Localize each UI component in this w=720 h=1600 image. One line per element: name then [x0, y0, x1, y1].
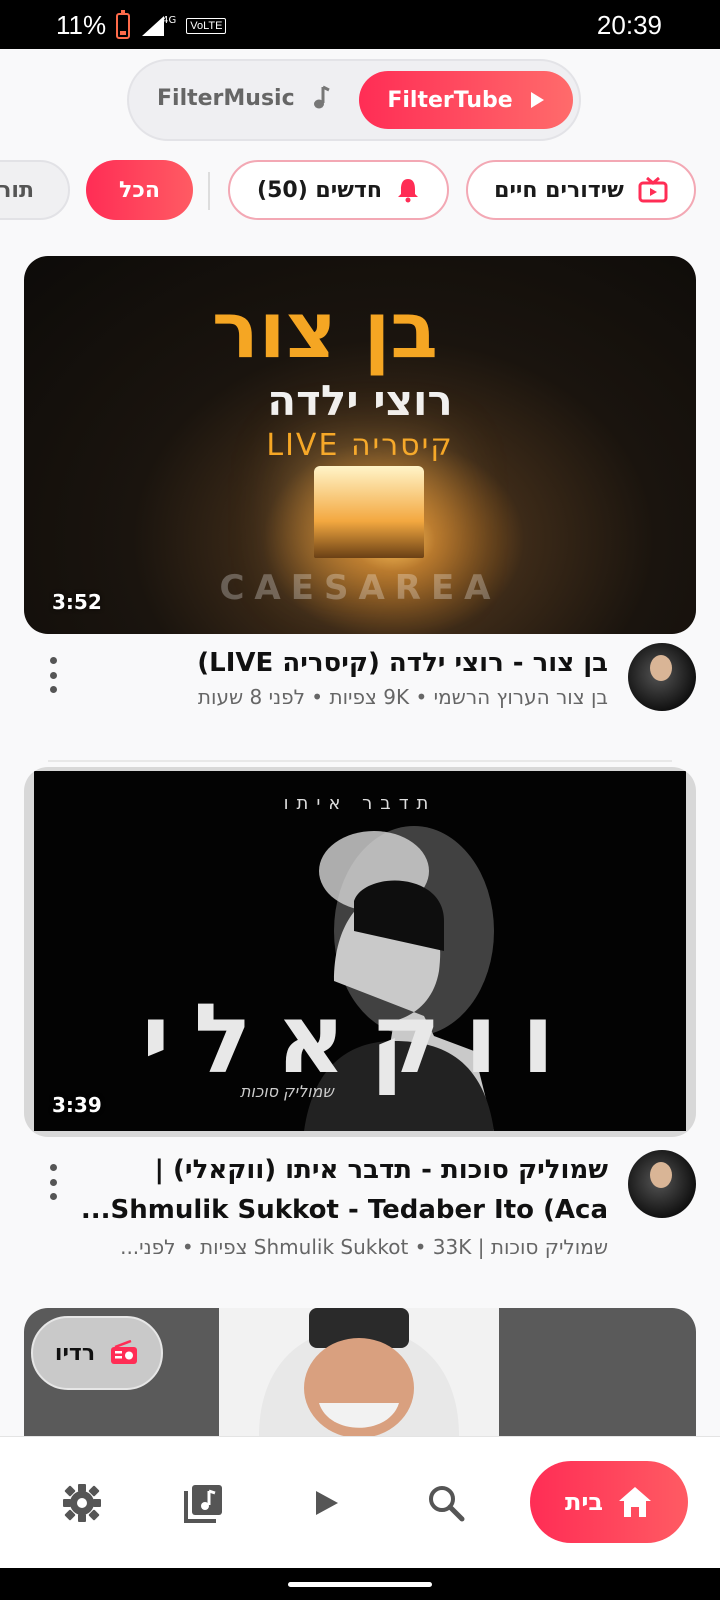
video-subtitle: בן צור הערוץ הרשמי • 9K צפיות • לפני 8 ש… [197, 685, 608, 709]
channel-avatar[interactable] [628, 643, 696, 711]
thumb-title-big: ווקאלי [141, 983, 579, 1095]
gesture-handle[interactable] [288, 1582, 432, 1587]
chip-divider [208, 172, 210, 210]
rabbi-figure [259, 1308, 459, 1436]
radio-label: רדיו [54, 1340, 96, 1366]
bottom-navigation: בית [0, 1436, 720, 1568]
play-icon[interactable] [304, 1481, 348, 1525]
filtermusic-toggle[interactable]: FilterMusic [157, 85, 331, 111]
music-library-icon[interactable] [182, 1481, 226, 1525]
video-subtitle: שמוליק סוכות | Shmulik Sukkot • 33K צפיו… [120, 1235, 608, 1259]
thumb-title-mid: רוצי ילדה [267, 376, 453, 425]
thumb-signature: שמוליק סוכות [240, 1082, 334, 1101]
video-duration: 3:52 [52, 590, 102, 614]
chip-new-label: חדשים (50) [257, 177, 382, 203]
video-title[interactable]: שמוליק סוכות - תדבר איתו (ווקאלי) | Shmu… [68, 1150, 608, 1230]
live-tv-icon [638, 177, 668, 203]
channel-avatar[interactable] [628, 1150, 696, 1218]
home-button[interactable]: בית [530, 1461, 688, 1543]
thumb-title-big: בן צור [211, 286, 438, 376]
status-time: 20:39 [596, 10, 662, 40]
divider [48, 760, 672, 762]
radio-button[interactable]: רדיו [31, 1316, 163, 1390]
play-icon [530, 92, 544, 108]
video-duration: 3:39 [52, 1093, 102, 1117]
network-type: 4G [162, 15, 177, 26]
bell-icon [397, 179, 418, 203]
gesture-bar [0, 1568, 720, 1600]
chip-all[interactable]: הכל [86, 160, 193, 220]
chip-torah[interactable]: תור [0, 160, 70, 220]
video-thumbnail[interactable]: בן צור רוצי ילדה LIVE קיסריה CAESAREA 3:… [24, 256, 696, 634]
chip-all-label: הכל [119, 177, 160, 203]
search-icon[interactable] [424, 1481, 468, 1525]
chip-live-label: שידורים חיים [494, 177, 624, 203]
video-title[interactable]: בן צור - רוצי ילדה (קיסריה LIVE) [68, 643, 608, 683]
status-left: 11% 4G VoLTE [56, 9, 227, 41]
thumb-caption: CAESAREA [219, 568, 501, 608]
chip-new[interactable]: חדשים (50) [228, 160, 449, 220]
music-note-icon [313, 85, 330, 109]
filtertube-label: FilterTube [387, 87, 513, 113]
radio-icon [111, 1340, 138, 1364]
home-label: בית [564, 1488, 604, 1516]
thumbnail-image [219, 1308, 499, 1436]
video-meta: שמוליק סוכות - תדבר איתו (ווקאלי) | Shmu… [24, 1150, 696, 1276]
more-options-button[interactable] [44, 657, 62, 693]
video-thumbnail[interactable]: תדבר איתו ווקאלי שמוליק סוכות 3:39 [24, 767, 696, 1137]
thumbnail-image: תדבר איתו ווקאלי שמוליק סוכות [34, 771, 686, 1131]
mode-switch: FilterMusic FilterTube [127, 59, 581, 141]
battery-percent: 11% [56, 10, 107, 40]
concert-stage [314, 466, 424, 558]
more-options-button[interactable] [44, 1164, 62, 1200]
volte-badge: VoLTE [186, 17, 227, 34]
status-bar: 11% 4G VoLTE 20:39 [0, 0, 720, 49]
home-icon [619, 1487, 652, 1517]
battery-icon [116, 9, 131, 39]
chip-torah-label: תור [0, 177, 34, 203]
chip-live-broadcasts[interactable]: שידורים חיים [466, 160, 696, 220]
video-meta: בן צור - רוצי ילדה (קיסריה LIVE) בן צור … [24, 643, 696, 733]
settings-icon[interactable] [60, 1481, 104, 1525]
filtertube-toggle[interactable]: FilterTube [359, 71, 573, 129]
thumb-title-sub: LIVE קיסריה [266, 428, 454, 463]
filtermusic-label: FilterMusic [157, 85, 295, 111]
filter-chips: שידורים חיים חדשים (50) הכל תור [0, 160, 720, 222]
